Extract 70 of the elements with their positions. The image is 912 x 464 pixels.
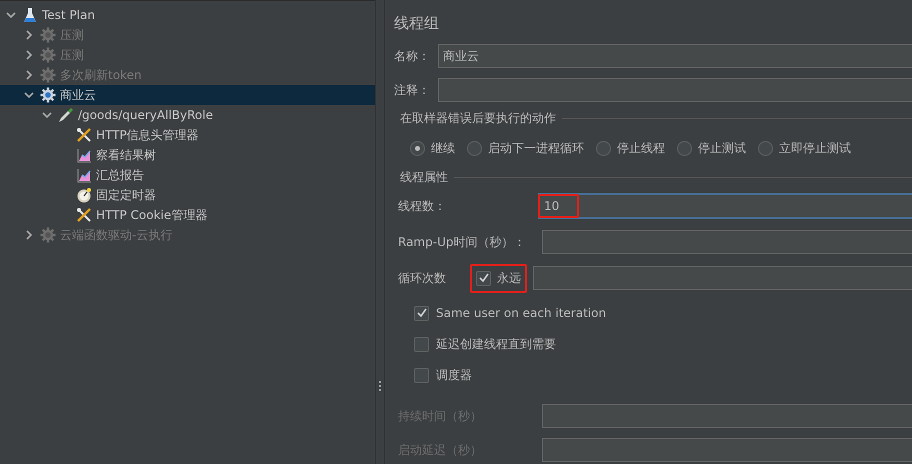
- wrench-screwdriver-icon: [76, 207, 92, 223]
- flask-icon: [22, 7, 38, 23]
- gear-icon: [40, 227, 56, 243]
- duration-field[interactable]: [542, 404, 912, 428]
- tree-row[interactable]: 商业云: [0, 85, 375, 105]
- tree-item-label: Test Plan: [42, 8, 95, 22]
- checkbox-label: Same user on each iteration: [436, 306, 606, 320]
- checkbox-label: 延迟创建线程直到需要: [436, 336, 556, 352]
- tree-row[interactable]: 察看结果树: [0, 145, 375, 165]
- checkbox[interactable]: [476, 270, 491, 286]
- radio-label: 继续: [431, 140, 455, 156]
- radio-button[interactable]: [596, 140, 611, 156]
- gear-icon: [40, 27, 56, 43]
- tree-item-label: 多次刷新token: [60, 66, 142, 84]
- chart-icon: [76, 167, 92, 183]
- group-title: 在取样器错误后要执行的动作: [400, 110, 556, 127]
- checkbox[interactable]: [414, 306, 429, 320]
- tree-item-label: 云端函数驱动-云执行: [60, 226, 172, 244]
- radio-button[interactable]: [677, 140, 692, 156]
- startup-delay-field[interactable]: [542, 438, 912, 462]
- gear-icon: [40, 47, 56, 63]
- name-field[interactable]: 商业云: [438, 44, 912, 68]
- gear-icon: [40, 67, 56, 83]
- tree-item-label: 固定定时器: [96, 186, 156, 204]
- comment-field[interactable]: [438, 78, 912, 102]
- loop-count-field[interactable]: [533, 266, 912, 290]
- panel-title: 线程组: [394, 14, 440, 34]
- tree-item-label: /goods/queryAllByRole: [78, 108, 213, 122]
- tree-item-label: HTTP信息头管理器: [96, 126, 199, 144]
- tree-item-label: 压测: [60, 46, 84, 64]
- chevron-down-icon[interactable]: [24, 90, 34, 100]
- tree-item-label: HTTP Cookie管理器: [96, 206, 208, 224]
- tree-row[interactable]: Test Plan: [0, 5, 375, 25]
- field-label: Ramp-Up时间（秒）：: [398, 234, 526, 250]
- chevron-down-icon[interactable]: [42, 110, 52, 120]
- radio-button[interactable]: [410, 140, 425, 156]
- tree-row[interactable]: 汇总报告: [0, 165, 375, 185]
- field-label: 名称：: [394, 48, 431, 64]
- field-label: 线程数：: [398, 198, 447, 214]
- tree-row[interactable]: HTTP信息头管理器: [0, 125, 375, 145]
- radio-label: 启动下一进程循环: [488, 140, 584, 156]
- chart-icon: [76, 147, 92, 163]
- field-label: 注释：: [394, 82, 431, 98]
- field-label: 循环次数: [398, 270, 447, 286]
- radio-button[interactable]: [467, 140, 482, 156]
- tree-row[interactable]: 固定定时器: [0, 185, 375, 205]
- radio-label: 立即停止测试: [779, 140, 851, 156]
- radio-label: 停止线程: [617, 140, 665, 156]
- ramp-up-field[interactable]: [542, 230, 912, 254]
- tree-row[interactable]: /goods/queryAllByRole: [0, 105, 375, 125]
- radio-button[interactable]: [758, 140, 773, 156]
- checkbox-label: 永远: [497, 270, 521, 286]
- field-value: 10: [538, 194, 580, 218]
- tree-item-label: 汇总报告: [96, 166, 144, 184]
- splitter-handle[interactable]: [379, 381, 381, 393]
- group-title: 线程属性: [400, 169, 448, 186]
- radio-label: 停止测试: [698, 140, 746, 156]
- chevron-down-icon[interactable]: [6, 10, 16, 20]
- pipette-icon: [58, 107, 74, 123]
- tree-item-label: 商业云: [60, 86, 96, 104]
- tree-item-label: 压测: [60, 26, 84, 44]
- checkbox[interactable]: [414, 368, 429, 382]
- thread-count-field[interactable]: 10: [538, 193, 912, 219]
- gear-icon: [40, 87, 56, 103]
- wrench-screwdriver-icon: [76, 127, 92, 143]
- tree-item-label: 察看结果树: [96, 146, 156, 164]
- checkbox-label: 调度器: [436, 366, 472, 384]
- checkbox[interactable]: [414, 336, 429, 352]
- tree-row[interactable]: HTTP Cookie管理器: [0, 205, 375, 225]
- stopwatch-icon: [76, 187, 92, 203]
